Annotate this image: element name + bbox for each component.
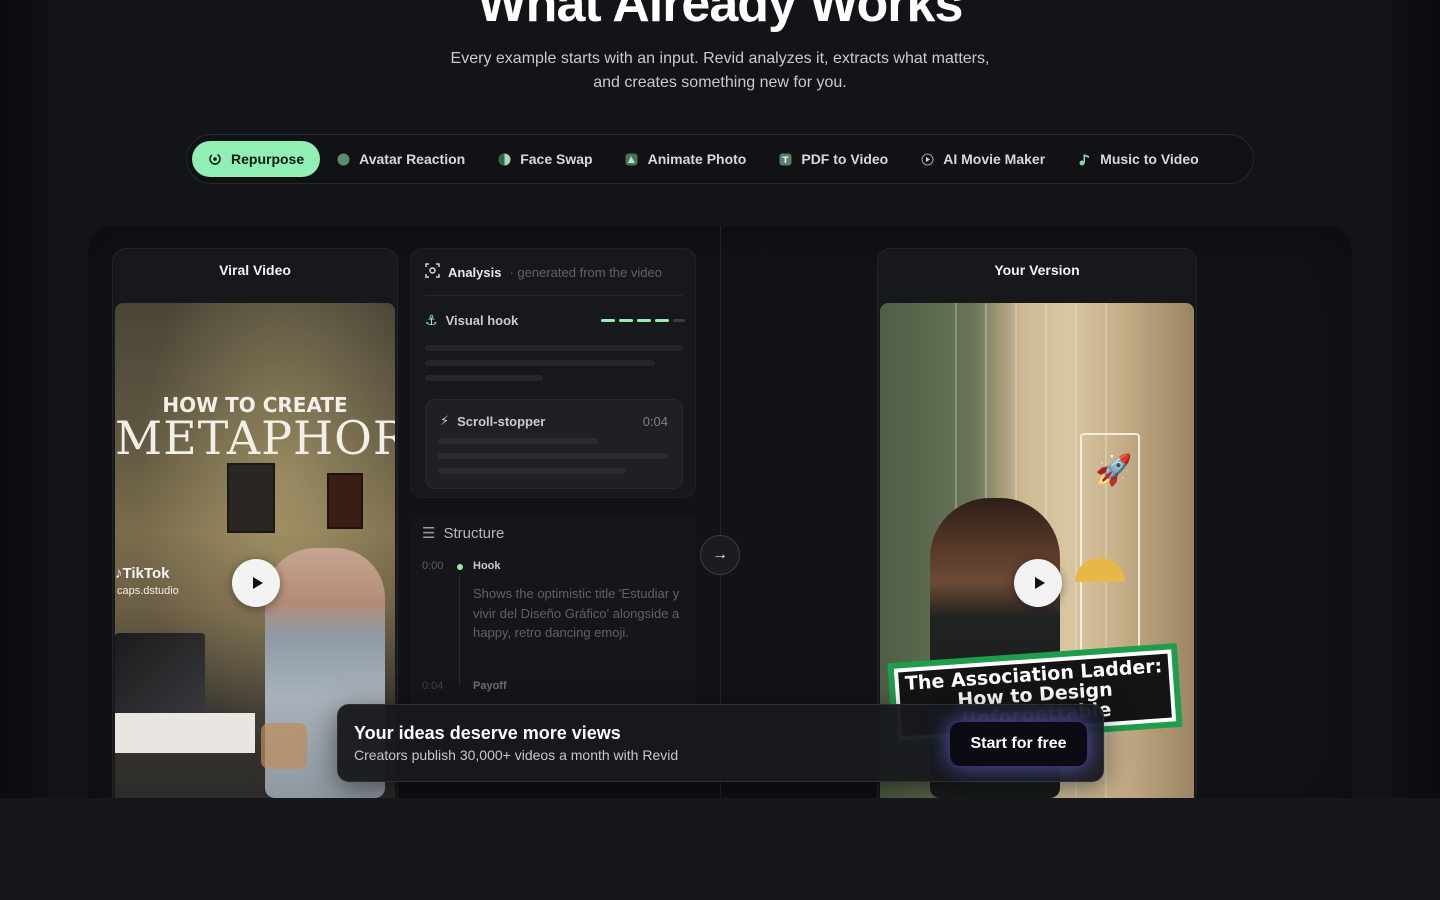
rocket-icon: 🚀 [1095, 454, 1133, 487]
skeleton-line [438, 438, 598, 444]
cta-subtitle: Creators publish 30,000+ videos a month … [354, 747, 679, 763]
structure-time: 0:04 [422, 680, 444, 692]
tab-face-swap[interactable]: Face Swap [481, 141, 608, 177]
poster-frame [327, 473, 363, 529]
desk [115, 713, 255, 753]
lightning-icon: ⚡ [440, 413, 450, 428]
skeleton-line [425, 375, 543, 381]
list-icon: ☰ [422, 525, 436, 542]
tab-pdf-to-video[interactable]: T PDF to Video [762, 141, 904, 177]
tab-music-to-video[interactable]: Music to Video [1061, 141, 1215, 177]
structure-card: ☰ Structure 0:00 Hook Shows the optimist… [410, 514, 696, 714]
overlay-text-line2: METAPHOR [115, 411, 395, 465]
structure-label: Payoff [473, 680, 507, 692]
skeleton-line [438, 468, 626, 474]
analysis-card: Analysis · generated from the video ⚓ Vi… [410, 248, 696, 498]
coffee-cup [261, 723, 307, 769]
structure-time: 0:00 [422, 560, 444, 572]
tiktok-watermark: ♪TikTok [115, 565, 170, 582]
timeline-dot [457, 564, 463, 570]
skeleton-line [425, 345, 683, 351]
tiktok-icon: ♪ [115, 565, 123, 582]
skeleton-line [425, 360, 655, 366]
viral-video-title: Viral Video [219, 262, 291, 278]
your-version-title: Your Version [994, 262, 1080, 278]
play-icon [1034, 577, 1045, 589]
laptop [115, 633, 205, 723]
scan-icon [425, 263, 440, 281]
avatar-icon [336, 152, 350, 166]
page-subtitle: Every example starts with an input. Revi… [450, 50, 990, 91]
start-for-free-button[interactable]: Start for free [950, 722, 1087, 766]
analysis-subtitle: · generated from the video [509, 264, 662, 280]
tiktok-handle: caps.dstudio [117, 585, 179, 597]
movie-icon [920, 152, 934, 166]
example-tabs: Repurpose Avatar Reaction Face Swap Anim… [186, 134, 1254, 184]
analysis-title: Analysis [448, 264, 502, 280]
structure-header: ☰ Structure [422, 524, 505, 543]
tab-repurpose[interactable]: Repurpose [192, 141, 321, 177]
skeleton-line [438, 453, 668, 459]
hook-score-bars [601, 319, 685, 322]
tab-animate-photo[interactable]: Animate Photo [609, 141, 763, 177]
play-button[interactable] [232, 559, 280, 607]
analysis-header: Analysis · generated from the video [425, 263, 662, 281]
scroll-stopper-time: 0:04 [642, 414, 668, 429]
page-title: What Already Works [477, 0, 964, 33]
animate-photo-icon [625, 152, 639, 166]
structure-description: Shows the optimistic title 'Estudiar y v… [473, 586, 680, 640]
cta-banner: Your ideas deserve more views Creators p… [337, 704, 1104, 782]
play-button[interactable] [1014, 559, 1062, 607]
tab-avatar-reaction[interactable]: Avatar Reaction [320, 141, 481, 177]
repurpose-icon [208, 152, 222, 166]
pdf-icon: T [778, 152, 792, 166]
arrow-right-icon: → [712, 546, 728, 563]
structure-label: Hook [473, 560, 501, 572]
poster-frame [227, 463, 275, 533]
music-icon [1077, 152, 1091, 166]
anchor-icon: ⚓ [425, 312, 438, 328]
timeline-line [459, 574, 460, 686]
tab-ai-movie-maker[interactable]: AI Movie Maker [904, 141, 1061, 177]
scroll-stopper-row: ⚡ Scroll-stopper [440, 413, 546, 429]
svg-text:T: T [782, 156, 789, 166]
face-swap-icon [497, 152, 511, 166]
play-icon [252, 577, 263, 589]
page-footer-band [0, 798, 1440, 900]
next-arrow-button[interactable]: → [700, 535, 740, 575]
visual-hook-row: ⚓ Visual hook [425, 312, 519, 328]
scroll-stopper-card: ⚡ Scroll-stopper 0:04 [425, 399, 683, 489]
analysis-divider [425, 295, 683, 296]
cta-title: Your ideas deserve more views [354, 723, 621, 743]
